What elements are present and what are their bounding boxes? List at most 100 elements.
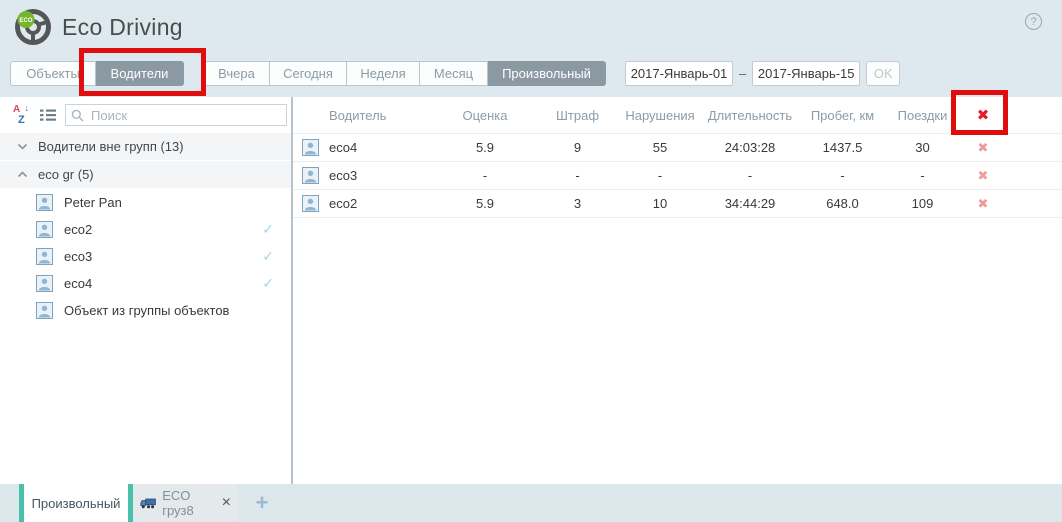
tab-label: ECO груз8	[162, 488, 213, 518]
period-button-month[interactable]: Месяц	[420, 61, 488, 86]
page-title: Eco Driving	[62, 14, 183, 41]
tree-item-peter-pan[interactable]: Peter Pan	[0, 189, 291, 216]
driver-icon	[36, 248, 53, 265]
sidebar: A↓Z	[0, 97, 291, 484]
table-row-eco4: eco4 5.9 9 55 24:03:28 1437.5 30 ✖	[293, 133, 1062, 161]
driver-name: Объект из группы объектов	[64, 303, 229, 318]
ok-button[interactable]: OK	[866, 61, 900, 86]
driver-icon	[36, 275, 53, 292]
cell-trips: 30	[885, 140, 960, 155]
help-icon: ?	[1030, 16, 1036, 28]
delete-row-icon[interactable]: ✖	[960, 168, 1006, 184]
svg-text:ECO: ECO	[19, 18, 32, 24]
drivers-tree: Водители вне групп (13) eco gr (5) Peter…	[0, 133, 291, 324]
cell-score: 5.9	[435, 140, 535, 155]
cell-violations: 10	[620, 196, 700, 211]
cell-driver: eco4	[329, 140, 435, 155]
tree-group-label: Водители вне групп (13)	[38, 139, 184, 154]
tree-group-eco-gr[interactable]: eco gr (5)	[0, 161, 291, 188]
sidebar-controls: A↓Z	[0, 97, 291, 133]
check-icon: ✓	[262, 221, 274, 238]
tab-eco-gruz8[interactable]: ECO груз8 ×	[128, 484, 238, 522]
tree-group-drivers-outside[interactable]: Водители вне групп (13)	[0, 133, 291, 160]
delete-row-icon[interactable]: ✖	[960, 196, 1006, 212]
check-icon: ✓	[262, 275, 274, 292]
truck-icon	[140, 497, 156, 510]
cell-penalty: -	[535, 168, 620, 183]
search-icon	[71, 109, 84, 125]
delete-row-icon[interactable]: ✖	[960, 140, 1006, 156]
period-button-week[interactable]: Неделя	[347, 61, 420, 86]
topbar: ECO Eco Driving	[14, 8, 183, 46]
driver-name: eco4	[64, 276, 92, 291]
driver-icon	[302, 195, 319, 212]
driver-name: eco2	[64, 222, 92, 237]
search-input[interactable]	[65, 104, 287, 126]
date-from-input[interactable]	[625, 61, 733, 86]
column-header-mileage: Пробег, км	[800, 108, 885, 123]
mode-button-drivers[interactable]: Водители	[96, 61, 184, 86]
driver-icon	[36, 221, 53, 238]
column-header-trips: Поездки	[885, 108, 960, 123]
eco-driving-logo-icon: ECO	[14, 8, 52, 46]
driver-name: eco3	[64, 249, 92, 264]
table-row-eco2: eco2 5.9 3 10 34:44:29 648.0 109 ✖	[293, 189, 1062, 218]
tree-item-object-from-group[interactable]: Объект из группы объектов	[0, 297, 291, 324]
tree-group-label: eco gr (5)	[38, 167, 94, 182]
check-icon: ✓	[262, 248, 274, 265]
tree-item-eco2[interactable]: eco2 ✓	[0, 216, 291, 243]
add-tab-icon: +	[256, 490, 269, 516]
mode-button-objects[interactable]: Объекты	[10, 61, 96, 86]
column-header-duration: Длительность	[700, 108, 800, 123]
sort-az-icon[interactable]: A↓Z	[13, 106, 31, 124]
cell-mileage: -	[800, 168, 885, 183]
column-header-violations: Нарушения	[620, 108, 700, 123]
cell-driver: eco2	[329, 196, 435, 211]
period-button-today[interactable]: Сегодня	[270, 61, 347, 86]
column-header-penalty: Штраф	[535, 108, 620, 123]
table-row-eco3: eco3 - - - - - - ✖	[293, 161, 1062, 189]
group-view-icon[interactable]	[40, 108, 56, 122]
tree-item-eco4[interactable]: eco4 ✓	[0, 270, 291, 297]
driver-icon	[36, 194, 53, 211]
period-button-yesterday[interactable]: Вчера	[203, 61, 270, 86]
bottom-tabbar: Произвольный ECO груз8 × +	[0, 484, 1062, 522]
cell-penalty: 9	[535, 140, 620, 155]
cell-driver: eco3	[329, 168, 435, 183]
cell-mileage: 1437.5	[800, 140, 885, 155]
cell-duration: 24:03:28	[700, 140, 800, 155]
driver-icon	[36, 302, 53, 319]
help-button[interactable]: ?	[1025, 13, 1042, 30]
cell-score: -	[435, 168, 535, 183]
cell-duration: 34:44:29	[700, 196, 800, 211]
tab-label: Произвольный	[32, 496, 121, 511]
driver-name: Peter Pan	[64, 195, 122, 210]
chevron-up-icon[interactable]	[17, 171, 28, 178]
tab-custom[interactable]: Произвольный	[19, 484, 128, 522]
tree-item-eco3[interactable]: eco3 ✓	[0, 243, 291, 270]
cell-trips: 109	[885, 196, 960, 211]
cell-trips: -	[885, 168, 960, 183]
driver-icon	[302, 167, 319, 184]
cell-mileage: 648.0	[800, 196, 885, 211]
chevron-down-icon[interactable]	[17, 143, 28, 150]
period-button-custom[interactable]: Произвольный	[488, 61, 606, 86]
column-header-driver: Водитель	[329, 108, 435, 123]
date-range-separator: –	[739, 66, 746, 81]
table-header: Водитель Оценка Штраф Нарушения Длительн…	[293, 97, 1062, 133]
close-tab-icon[interactable]: ×	[222, 494, 231, 512]
results-panel: Водитель Оценка Штраф Нарушения Длительн…	[293, 97, 1062, 484]
cell-score: 5.9	[435, 196, 535, 211]
content-area: A↓Z	[0, 97, 1062, 484]
add-tab-button[interactable]: +	[247, 484, 277, 522]
cell-violations: 55	[620, 140, 700, 155]
delete-all-icon[interactable]: ✖	[960, 106, 1006, 124]
eco-driving-app: ECO Eco Driving ? Объекты Водители Вчера…	[0, 0, 1062, 522]
mode-switch: Объекты Водители	[10, 61, 184, 86]
date-range: – OK	[625, 61, 900, 86]
cell-duration: -	[700, 168, 800, 183]
driver-icon	[302, 139, 319, 156]
cell-penalty: 3	[535, 196, 620, 211]
column-header-score: Оценка	[435, 108, 535, 123]
date-to-input[interactable]	[752, 61, 860, 86]
